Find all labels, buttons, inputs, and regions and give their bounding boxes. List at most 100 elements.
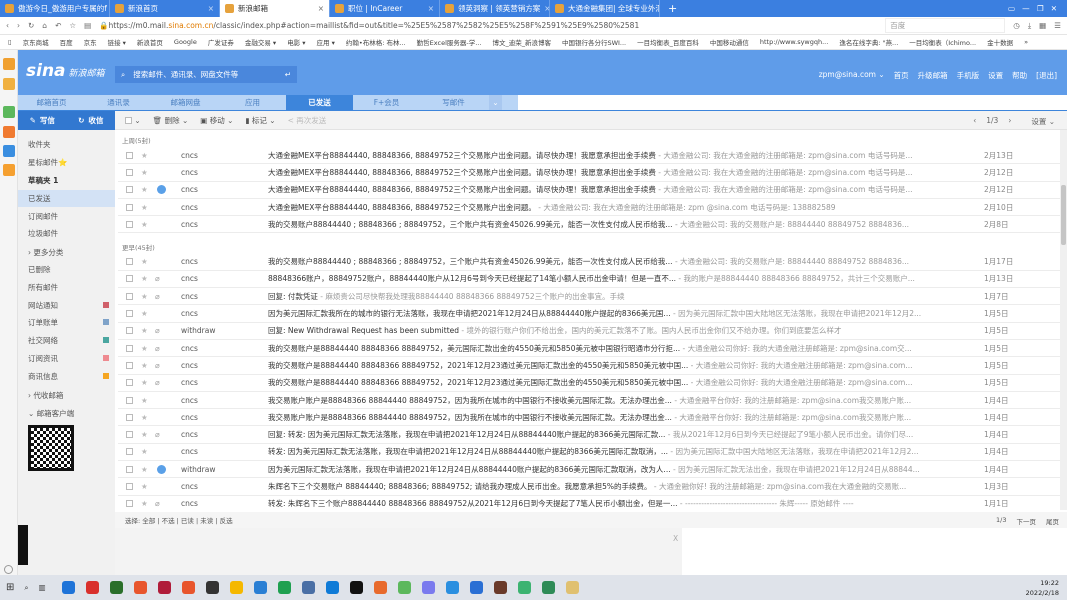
folder-item[interactable]: 商讯信息 — [18, 368, 115, 385]
mail-row[interactable]: ★ cncs 因为美元国际汇款我所在的城市的银行无法落账，我现在申请把2021年12… — [118, 305, 1060, 323]
folder-item[interactable]: ⌄ 邮箱客户端 — [18, 405, 115, 422]
link-logout[interactable]: [退出] — [1036, 70, 1057, 81]
nav-tab[interactable]: 邮箱网盘 — [152, 95, 219, 111]
star-icon[interactable]: ★ — [141, 447, 149, 456]
folder-item[interactable]: 网站通知 — [18, 297, 115, 314]
row-checkbox[interactable] — [126, 186, 133, 194]
browser-tab[interactable]: 大通金融集团| 全球专业外汇× — [550, 0, 660, 17]
taskbar-app-icon[interactable] — [325, 581, 339, 594]
mail-row[interactable]: ★ cncs 大通金融MEX平台88844440, 88848366, 888497… — [118, 182, 1060, 199]
row-checkbox[interactable] — [126, 500, 133, 508]
taskbar-app-icon[interactable] — [565, 581, 579, 594]
row-checkbox[interactable] — [126, 203, 133, 211]
select-options[interactable]: 全部 | 不选 | 已读 | 未读 | 反选 — [142, 515, 232, 525]
taskbar-app-icon[interactable] — [469, 581, 483, 594]
row-checkbox[interactable] — [126, 275, 133, 283]
row-checkbox[interactable] — [126, 258, 133, 266]
select-all-checkbox[interactable]: ⌄ — [125, 116, 141, 125]
star-icon[interactable]: ★ — [141, 413, 149, 422]
nav-tab[interactable]: F+会员 — [353, 95, 420, 111]
taskbar-app-icon[interactable] — [277, 581, 291, 594]
folder-item[interactable]: 收件夹 — [18, 136, 115, 153]
folder-item[interactable]: 所有邮件 — [18, 279, 115, 296]
mail-row[interactable]: ★ cncs 朱辉名下三个交易账户 88844440; 88848366; 8884… — [118, 478, 1060, 496]
nav-more-button[interactable]: ⌄ — [489, 95, 502, 111]
taskbar-app-icon[interactable] — [133, 581, 147, 594]
folder-item[interactable]: 订阅邮件 — [18, 208, 115, 225]
mail-row[interactable]: ★ ⌀ withdraw 回复: New Withdrawal Request has… — [118, 323, 1060, 340]
star-icon[interactable]: ★ — [141, 361, 149, 370]
taskbar-app-icon[interactable] — [157, 581, 171, 594]
move-button[interactable]: ▣ 移动 ⌄ — [200, 115, 233, 126]
mail-row[interactable]: ★ ⌀ cncs 回复: 付款凭证 - 麻烦贵公司尽快帮我处理我88844440 88… — [118, 288, 1060, 306]
music-widget[interactable] — [18, 525, 28, 565]
folder-item[interactable]: › 更多分类 — [18, 244, 115, 261]
bookmark-link[interactable]: 京东商城 — [23, 37, 49, 47]
receive-button[interactable]: ↻ 收信 — [67, 111, 116, 130]
bookmark-link[interactable]: 金十数据 — [987, 37, 1013, 47]
star-icon[interactable]: ★ — [141, 203, 149, 212]
nav-tab[interactable]: 已发送 — [286, 95, 353, 111]
link-help[interactable]: 帮助 — [1012, 70, 1027, 81]
taskbar-app-icon[interactable] — [493, 581, 507, 594]
star-icon[interactable]: ★ — [141, 220, 149, 229]
nav-tab[interactable]: 写邮件 — [420, 95, 487, 111]
favorites-icon[interactable] — [3, 58, 15, 70]
folder-item[interactable]: 订阅资讯 — [18, 350, 115, 367]
mail-row[interactable]: ★ ⌀ cncs 回复: 转发: 因为美元国际汇款无法落账，我现在申请把2021年12… — [118, 427, 1060, 444]
scrollbar[interactable] — [1060, 130, 1067, 510]
reload-icon[interactable]: ↻ — [28, 21, 34, 30]
row-checkbox[interactable] — [126, 465, 133, 473]
bookmark-link[interactable]: 逸名在线字典: "燕... — [839, 37, 898, 47]
home-icon[interactable]: ⌂ — [42, 21, 47, 30]
row-checkbox[interactable] — [126, 396, 133, 404]
notes-icon[interactable] — [3, 78, 15, 90]
taskbar-app-icon[interactable] — [109, 581, 123, 594]
search-icon[interactable]: ⌕ — [24, 583, 28, 593]
star-icon[interactable]: ★ — [141, 465, 149, 474]
menu-icon[interactable]: ☰ — [1054, 21, 1061, 30]
rss-icon[interactable] — [3, 126, 15, 138]
browser-tab[interactable]: 傲游今日_傲游用户专属的f× — [0, 0, 110, 17]
resend-button[interactable]: < 再次发送 — [288, 115, 327, 126]
mail-icon[interactable] — [3, 145, 15, 157]
star-icon[interactable]: ★ — [141, 499, 149, 508]
row-checkbox[interactable] — [126, 327, 133, 335]
mail-row[interactable]: ★ ⌀ cncs 我的交易账户是88844440 88848366 88849752，… — [118, 340, 1060, 358]
mail-row[interactable]: ★ cncs 转发: 因为美元国际汇款无法落账，我现在申请把2021年12月24日从… — [118, 444, 1060, 462]
row-checkbox[interactable] — [126, 292, 133, 300]
folder-item[interactable]: › 代收邮箱 — [18, 387, 115, 404]
star-icon[interactable]: ★ — [141, 309, 149, 318]
row-checkbox[interactable] — [126, 448, 133, 456]
prev-page-button[interactable]: ‹ — [973, 116, 976, 127]
taskbar-app-icon[interactable] — [205, 581, 219, 594]
window-controls[interactable]: ▭ — ❐ ✕ — [1008, 4, 1057, 13]
mail-row[interactable]: ★ ⌀ cncs 转发: 朱辉名下三个账户88844440 88848366 8884… — [118, 496, 1060, 513]
taskbar-app-icon[interactable] — [421, 581, 435, 594]
mail-row[interactable]: ★ cncs 我的交易账户88844440 ; 88848366 ; 8884975… — [118, 216, 1060, 234]
enter-icon[interactable]: ↵ — [285, 70, 291, 79]
row-checkbox[interactable] — [126, 483, 133, 491]
mail-row[interactable]: ★ withdraw 因为美元国际汇款无法落账，我现在申请把2021年12月24日从… — [118, 461, 1060, 479]
taskbar-app-icon[interactable] — [253, 581, 267, 594]
bookmark-link[interactable]: 京东 — [84, 37, 97, 47]
star-icon[interactable]: ★ — [141, 257, 149, 266]
footer-next-page[interactable]: 下一页 — [1017, 516, 1037, 526]
bookmark-link[interactable]: 电影 ▾ — [287, 37, 305, 47]
mark-button[interactable]: ▮ 标记 ⌄ — [245, 115, 275, 126]
bookmark-link[interactable]: 中国移动通信 — [710, 37, 749, 47]
mail-row[interactable]: ★ ⌀ cncs 我的交易账户是88844440 88848366 88849752，… — [118, 375, 1060, 392]
bookmark-link[interactable]: 一目均衡表（Ichimo... — [909, 37, 976, 47]
bookmark-link[interactable]: 广发证券 — [208, 37, 234, 47]
mail-row[interactable]: ★ cncs 我的交易账户88844440 ; 88848366 ; 8884975… — [118, 254, 1060, 271]
bookmark-link[interactable]: 博文_迪荣_新浪博客 — [492, 37, 551, 47]
next-page-button[interactable]: › — [1008, 116, 1011, 127]
row-checkbox[interactable] — [126, 168, 133, 176]
folder-item[interactable]: 星标邮件⭐ — [18, 154, 115, 171]
mail-row[interactable]: ★ ⌀ cncs 88848366账户，88849752账户，88844440账户从1… — [118, 271, 1060, 289]
star-icon[interactable]: ★ — [141, 292, 149, 301]
taskbar-app-icon[interactable] — [541, 581, 555, 594]
taskbar-app-icon[interactable] — [445, 581, 459, 594]
download-icon[interactable]: ⤓ — [1028, 21, 1031, 31]
bookmark-link[interactable]: 链接 ▾ — [108, 37, 126, 47]
